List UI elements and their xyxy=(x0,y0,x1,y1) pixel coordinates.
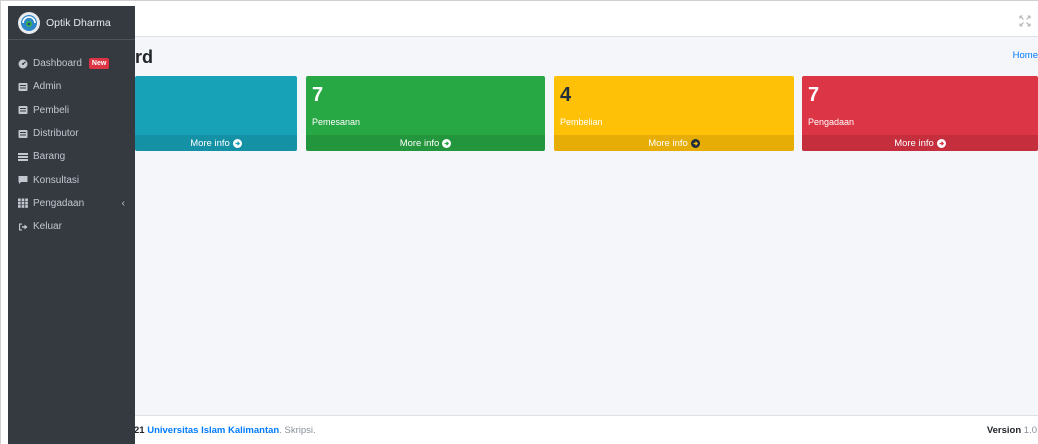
sidebar-item-admin[interactable]: Admin xyxy=(8,75,135,98)
sidebar-item-konsultasi[interactable]: Konsultasi xyxy=(8,168,135,191)
more-info-label: More info xyxy=(894,137,934,149)
top-navbar xyxy=(135,6,1038,37)
box-label: Pemesanan xyxy=(312,117,361,127)
sidebar-item-barang[interactable]: Barang xyxy=(8,145,135,168)
more-info-link[interactable]: More info xyxy=(802,135,1038,151)
page-footer: 21 Universitas Islam Kalimantan. Skripsi… xyxy=(134,415,1038,444)
arrow-circle-right-icon xyxy=(232,138,242,148)
footer-version: Version 1.0 xyxy=(987,425,1037,436)
footer-suffix: . Skripsi. xyxy=(279,425,316,436)
sidebar-item-label: Dashboard xyxy=(33,58,82,70)
more-info-link[interactable]: More info xyxy=(554,135,794,151)
small-box-pembelian: 4 Pembelian More info xyxy=(554,76,794,151)
id-card-icon xyxy=(18,105,28,115)
new-badge: New xyxy=(88,58,110,70)
id-card-icon xyxy=(18,129,28,139)
more-info-link[interactable]: More info xyxy=(135,135,297,151)
breadcrumb-home[interactable]: Home xyxy=(1013,50,1038,61)
sidebar-item-label: Konsultasi xyxy=(33,174,80,186)
sidebar-item-dashboard[interactable]: Dashboard New xyxy=(8,52,135,75)
version-label: Version xyxy=(986,425,1022,436)
sidebar-item-pengadaan[interactable]: Pengadaan ‹ xyxy=(8,192,135,215)
sidebar-nav: Dashboard New Admin Pembeli Distributor xyxy=(8,40,135,238)
sidebar-item-label: Pengadaan xyxy=(33,197,85,209)
box-label: Pembelian xyxy=(560,117,603,127)
id-card-icon xyxy=(18,82,28,92)
sidebar-item-label: Keluar xyxy=(33,221,62,233)
sidebar-item-label: Distributor xyxy=(33,128,79,140)
small-box-info: More info xyxy=(135,76,297,151)
version-number: 1.0 xyxy=(1023,425,1037,436)
sidebar-item-label: Admin xyxy=(33,81,62,93)
arrow-circle-right-icon xyxy=(442,138,452,148)
dashboard-icon xyxy=(18,59,28,69)
more-info-link[interactable]: More info xyxy=(306,135,545,151)
copyright-year: 21 xyxy=(134,425,145,436)
brand-name: Optik Dharma xyxy=(46,16,111,29)
chevron-left-icon: ‹ xyxy=(121,197,125,209)
small-box-pemesanan: 7 Pemesanan More info xyxy=(306,76,545,151)
org-link[interactable]: Universitas Islam Kalimantan xyxy=(147,425,279,436)
page-title: rd xyxy=(135,47,153,67)
box-label: Pengadaan xyxy=(808,117,855,127)
content-area: rd Home More info 7 Pemesanan More info … xyxy=(135,37,1038,415)
box-value: 7 xyxy=(808,84,820,106)
more-info-label: More info xyxy=(190,137,230,149)
brand[interactable]: Optik Dharma xyxy=(8,6,135,40)
arrow-circle-right-icon xyxy=(690,138,700,148)
sidebar: Optik Dharma Dashboard New Admin Pembeli xyxy=(8,6,135,444)
sidebar-item-pembeli[interactable]: Pembeli xyxy=(8,99,135,122)
more-info-label: More info xyxy=(399,137,440,149)
sidebar-item-label: Barang xyxy=(33,151,66,163)
small-box-pengadaan: 7 Pengadaan More info xyxy=(802,76,1038,151)
chat-icon xyxy=(18,175,28,185)
list-icon xyxy=(18,152,28,162)
table-icon xyxy=(18,198,28,209)
fullscreen-icon[interactable] xyxy=(1019,14,1031,27)
footer-copyright: 21 Universitas Islam Kalimantan. Skripsi… xyxy=(134,425,316,436)
more-info-label: More info xyxy=(648,137,688,149)
sign-out-icon xyxy=(18,222,28,232)
box-value: 4 xyxy=(560,84,572,106)
sidebar-item-keluar[interactable]: Keluar xyxy=(8,215,135,238)
brand-logo-icon xyxy=(18,11,40,34)
sidebar-item-distributor[interactable]: Distributor xyxy=(8,122,135,145)
sidebar-item-label: Pembeli xyxy=(33,104,70,116)
arrow-circle-right-icon xyxy=(936,138,946,148)
box-value: 7 xyxy=(312,84,324,106)
